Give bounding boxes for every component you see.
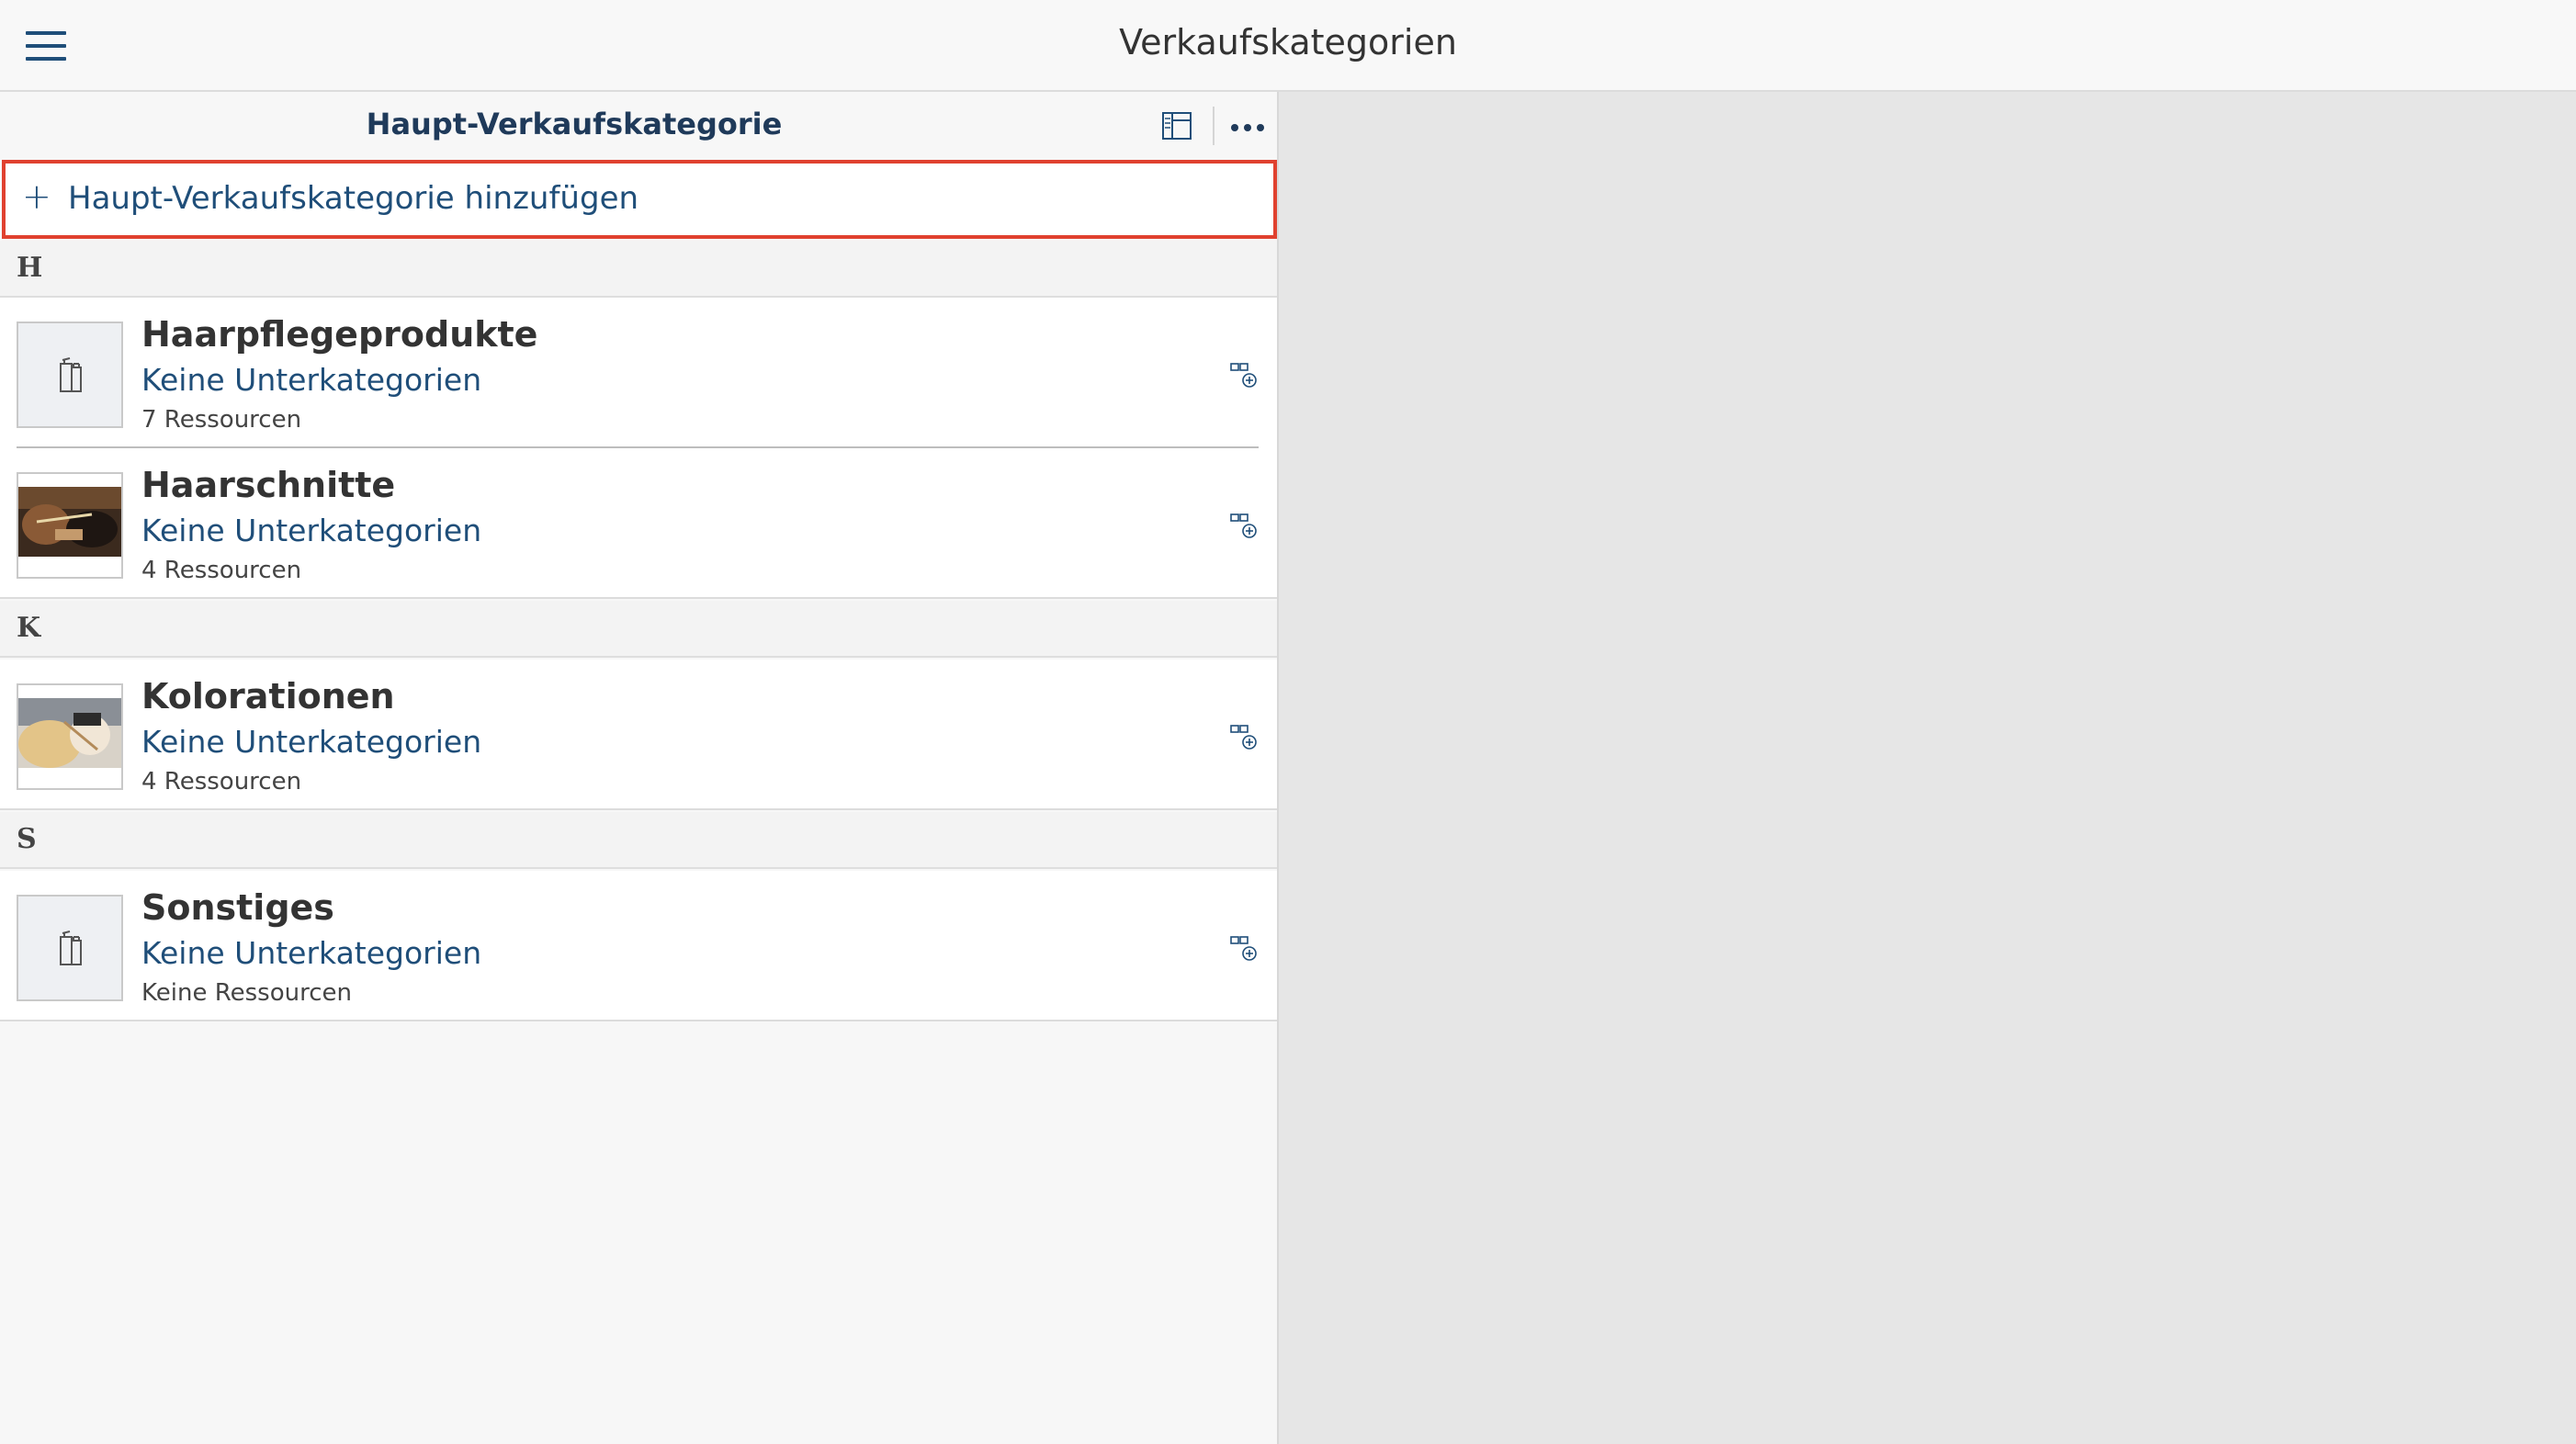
item-resources: 4 Ressourcen bbox=[141, 557, 302, 584]
page-title: Verkaufskategorien bbox=[1119, 22, 1457, 62]
category-list-panel: Haupt-Verkaufskategorie + Haupt-Verkaufs… bbox=[0, 92, 1279, 1444]
item-resources: Keine Ressourcen bbox=[141, 979, 352, 1007]
item-resources: 7 Ressourcen bbox=[141, 406, 302, 434]
item-title: Kolorationen bbox=[141, 676, 395, 716]
section-header-h: H bbox=[0, 241, 1277, 298]
item-title: Haarpflegeprodukte bbox=[141, 314, 538, 355]
section-letter: K bbox=[17, 612, 41, 644]
section-letter: S bbox=[17, 823, 37, 855]
haircut-photo bbox=[17, 472, 123, 579]
list-item-sonstiges[interactable]: Sonstiges Keine Unterkategorien Keine Re… bbox=[0, 871, 1277, 1021]
top-bar: Verkaufskategorien bbox=[0, 0, 2576, 92]
section-header-s: S bbox=[0, 812, 1277, 869]
add-subcategory-icon[interactable] bbox=[1229, 935, 1259, 963]
coloring-photo bbox=[17, 683, 123, 790]
split-view-icon[interactable] bbox=[1161, 110, 1192, 141]
list-item-haarpflegeprodukte[interactable]: Haarpflegeprodukte Keine Unterkategorien… bbox=[0, 298, 1277, 448]
product-icon bbox=[17, 322, 123, 428]
item-title: Haarschnitte bbox=[141, 465, 396, 505]
add-subcategory-icon[interactable] bbox=[1229, 724, 1259, 751]
panel-title: Haupt-Verkaufskategorie bbox=[366, 107, 783, 141]
plus-icon: + bbox=[22, 176, 51, 217]
add-subcategory-icon[interactable] bbox=[1229, 362, 1259, 389]
panel-header: Haupt-Verkaufskategorie bbox=[0, 92, 1277, 158]
add-category-label: Haupt-Verkaufskategorie hinzufügen bbox=[68, 180, 639, 217]
list-item-kolorationen[interactable]: Kolorationen Keine Unterkategorien 4 Res… bbox=[0, 660, 1277, 810]
more-options-icon[interactable] bbox=[1229, 116, 1266, 134]
add-main-category-button[interactable]: + Haupt-Verkaufskategorie hinzufügen bbox=[2, 160, 1277, 239]
list-item-haarschnitte[interactable]: Haarschnitte Keine Unterkategorien 4 Res… bbox=[0, 448, 1277, 599]
section-header-k: K bbox=[0, 601, 1277, 658]
item-resources: 4 Ressourcen bbox=[141, 768, 302, 795]
item-subcategories: Keine Unterkategorien bbox=[141, 513, 482, 548]
item-subcategories: Keine Unterkategorien bbox=[141, 724, 482, 760]
product-icon bbox=[17, 895, 123, 1001]
add-subcategory-icon[interactable] bbox=[1229, 513, 1259, 540]
section-letter: H bbox=[17, 252, 43, 284]
item-subcategories: Keine Unterkategorien bbox=[141, 362, 482, 398]
item-subcategories: Keine Unterkategorien bbox=[141, 935, 482, 971]
header-divider bbox=[1213, 107, 1215, 145]
detail-pane bbox=[1279, 92, 2576, 1444]
item-title: Sonstiges bbox=[141, 887, 334, 928]
